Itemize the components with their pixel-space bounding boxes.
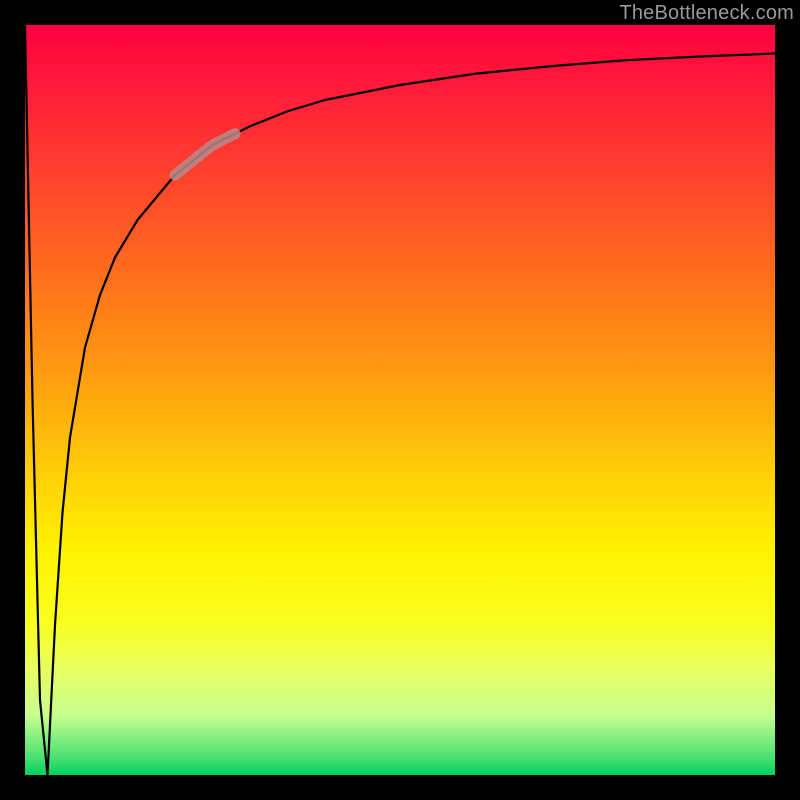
- watermark-text: TheBottleneck.com: [619, 2, 794, 25]
- bottleneck-curve-path: [25, 25, 775, 775]
- bottleneck-curve-highlight: [175, 134, 235, 175]
- chart-frame: TheBottleneck.com: [0, 0, 800, 800]
- bottleneck-curve-svg: [25, 25, 775, 775]
